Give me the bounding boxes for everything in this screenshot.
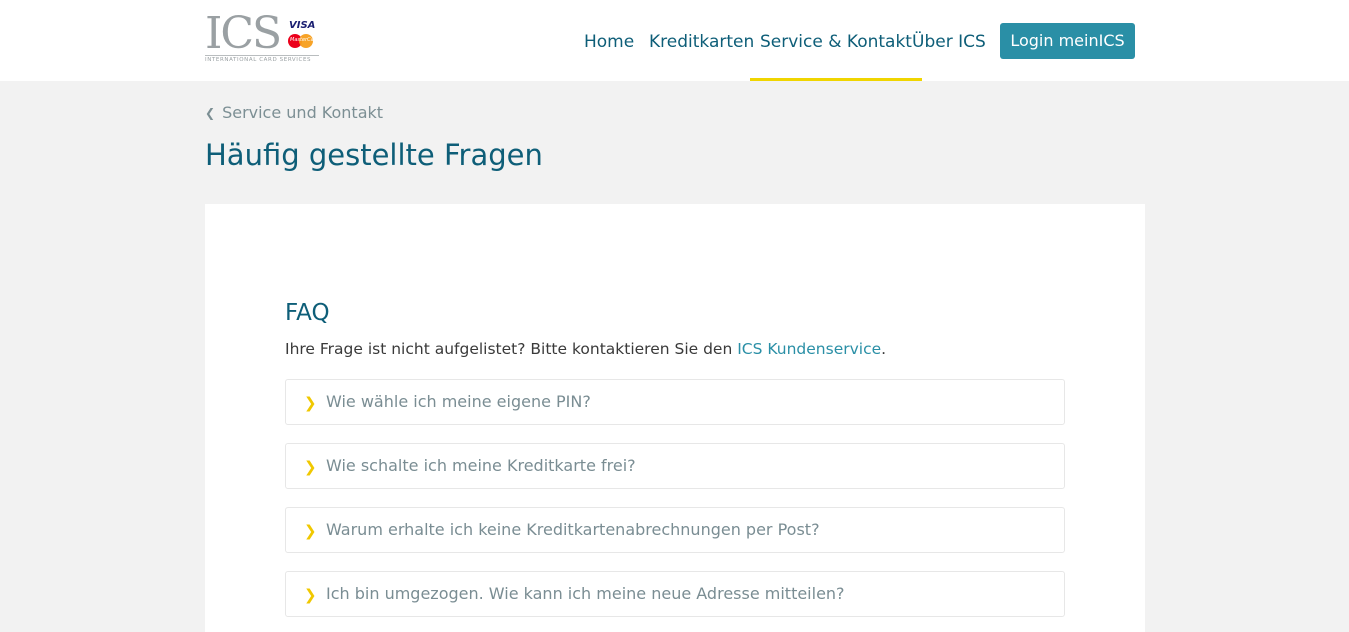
nav-item-ueber-ics[interactable]: Über ICS [912, 0, 986, 81]
nav-item-home[interactable]: Home [584, 0, 634, 81]
nav-item-service-kontakt[interactable]: Service & Kontakt [750, 0, 922, 81]
faq-question: Wie schalte ich meine Kreditkarte frei? [326, 456, 636, 475]
faq-item[interactable]: ❯ Warum erhalte ich keine Kreditkartenab… [285, 507, 1065, 553]
faq-question: Ich bin umgezogen. Wie kann ich meine ne… [326, 584, 845, 603]
kundenservice-link[interactable]: ICS Kundenservice [737, 340, 881, 358]
site-header: ICS VISA MasterCard INTERNATIONAL CARD S… [0, 0, 1349, 81]
chevron-right-icon: ❯ [304, 586, 317, 604]
mastercard-logo: MasterCard [288, 34, 319, 48]
ics-logo[interactable]: ICS VISA MasterCard INTERNATIONAL CARD S… [205, 12, 321, 68]
faq-intro-end: . [881, 340, 887, 358]
visa-logo: VISA [289, 20, 316, 31]
login-button[interactable]: Login meinICS [1000, 23, 1135, 59]
faq-intro: Ihre Frage ist nicht aufgelistet? Bitte … [285, 340, 886, 358]
faq-intro-text: Ihre Frage ist nicht aufgelistet? Bitte … [285, 340, 738, 358]
faq-question: Warum erhalte ich keine Kreditkartenabre… [326, 520, 820, 539]
faq-question: Wie wähle ich meine eigene PIN? [326, 392, 591, 411]
breadcrumb[interactable]: ❮ Service und Kontakt [205, 103, 383, 122]
breadcrumb-label: Service und Kontakt [222, 103, 384, 122]
chevron-right-icon: ❯ [304, 522, 317, 540]
faq-heading: FAQ [285, 300, 330, 326]
chevron-left-icon: ❮ [205, 106, 216, 120]
chevron-right-icon: ❯ [304, 458, 317, 476]
nav-item-kreditkarten[interactable]: Kreditkarten [649, 0, 754, 81]
faq-item[interactable]: ❯ Wie schalte ich meine Kreditkarte frei… [285, 443, 1065, 489]
faq-item[interactable]: ❯ Ich bin umgezogen. Wie kann ich meine … [285, 571, 1065, 617]
logo-tagline: INTERNATIONAL CARD SERVICES [205, 57, 312, 63]
page-title: Häufig gestellte Fragen [205, 138, 543, 172]
faq-item[interactable]: ❯ Wie wähle ich meine eigene PIN? [285, 379, 1065, 425]
chevron-right-icon: ❯ [304, 394, 317, 412]
logo-wordmark: ICS [205, 8, 282, 59]
faq-card: FAQ Ihre Frage ist nicht aufgelistet? Bi… [205, 204, 1145, 632]
logo-divider [205, 55, 319, 56]
